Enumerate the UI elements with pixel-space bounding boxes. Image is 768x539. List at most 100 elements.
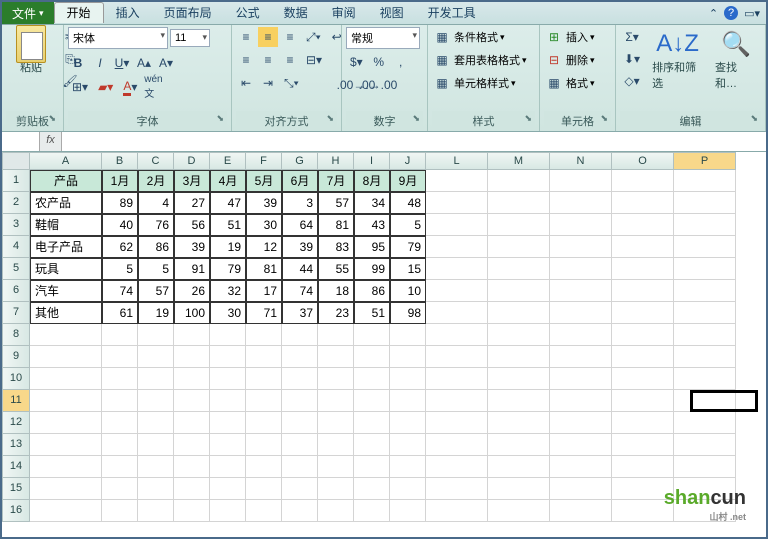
row-header-7[interactable]: 7	[2, 302, 30, 324]
file-tab[interactable]: 文件	[2, 2, 54, 24]
cell-H8[interactable]	[318, 324, 354, 346]
col-header-F[interactable]: F	[246, 152, 282, 170]
cell-O2[interactable]	[612, 192, 674, 214]
col-header-J[interactable]: J	[390, 152, 426, 170]
cell-L7[interactable]	[426, 302, 488, 324]
cell-C13[interactable]	[138, 434, 174, 456]
cell-L11[interactable]	[426, 390, 488, 412]
cell-N12[interactable]	[550, 412, 612, 434]
italic-button[interactable]: I	[90, 53, 110, 73]
cell-A3[interactable]: 鞋帽	[30, 214, 102, 236]
cell-I2[interactable]: 34	[354, 192, 390, 214]
cell-H2[interactable]: 57	[318, 192, 354, 214]
cell-B9[interactable]	[102, 346, 138, 368]
cell-E9[interactable]	[210, 346, 246, 368]
cell-N7[interactable]	[550, 302, 612, 324]
underline-button[interactable]: U▾	[112, 53, 132, 73]
cell-M15[interactable]	[488, 478, 550, 500]
cell-J9[interactable]	[390, 346, 426, 368]
cell-O8[interactable]	[612, 324, 674, 346]
row-header-11[interactable]: 11	[2, 390, 30, 412]
cell-J11[interactable]	[390, 390, 426, 412]
cell-J8[interactable]	[390, 324, 426, 346]
cell-A6[interactable]: 汽车	[30, 280, 102, 302]
cell-P1[interactable]	[674, 170, 736, 192]
delete-cells-icon[interactable]: ⊟	[544, 50, 564, 70]
cell-H10[interactable]	[318, 368, 354, 390]
cell-F8[interactable]	[246, 324, 282, 346]
font-size-combo[interactable]: 11	[170, 29, 210, 47]
col-header-N[interactable]: N	[550, 152, 612, 170]
cell-G16[interactable]	[282, 500, 318, 522]
cell-D16[interactable]	[174, 500, 210, 522]
cell-J1[interactable]: 9月	[390, 170, 426, 192]
cell-M8[interactable]	[488, 324, 550, 346]
grow-font-icon[interactable]: A▴	[134, 53, 154, 73]
cell-B2[interactable]: 89	[102, 192, 138, 214]
row-header-8[interactable]: 8	[2, 324, 30, 346]
cell-C8[interactable]	[138, 324, 174, 346]
cell-C5[interactable]: 5	[138, 258, 174, 280]
border-button[interactable]: ⊞▾	[68, 77, 92, 97]
cell-C6[interactable]: 57	[138, 280, 174, 302]
cell-M9[interactable]	[488, 346, 550, 368]
cell-L4[interactable]	[426, 236, 488, 258]
cell-D3[interactable]: 56	[174, 214, 210, 236]
shrink-font-icon[interactable]: A▾	[156, 53, 176, 73]
cell-C1[interactable]: 2月	[138, 170, 174, 192]
cell-P8[interactable]	[674, 324, 736, 346]
row-header-10[interactable]: 10	[2, 368, 30, 390]
cell-C16[interactable]	[138, 500, 174, 522]
row-header-5[interactable]: 5	[2, 258, 30, 280]
row-header-9[interactable]: 9	[2, 346, 30, 368]
cell-P12[interactable]	[674, 412, 736, 434]
cell-G8[interactable]	[282, 324, 318, 346]
cell-F3[interactable]: 30	[246, 214, 282, 236]
cell-I11[interactable]	[354, 390, 390, 412]
cell-D14[interactable]	[174, 456, 210, 478]
tab-7[interactable]: 开发工具	[416, 3, 488, 23]
align-right-icon[interactable]: ≡	[280, 50, 300, 70]
cell-O5[interactable]	[612, 258, 674, 280]
percent-icon[interactable]: %	[369, 52, 389, 72]
cell-I16[interactable]	[354, 500, 390, 522]
cell-O14[interactable]	[612, 456, 674, 478]
cell-B5[interactable]: 5	[102, 258, 138, 280]
cell-C10[interactable]	[138, 368, 174, 390]
cell-N2[interactable]	[550, 192, 612, 214]
cell-I4[interactable]: 95	[354, 236, 390, 258]
help-icon[interactable]: ?	[724, 6, 738, 20]
bold-button[interactable]: B	[68, 53, 88, 73]
cell-J16[interactable]	[390, 500, 426, 522]
cell-J13[interactable]	[390, 434, 426, 456]
cell-H13[interactable]	[318, 434, 354, 456]
cell-N14[interactable]	[550, 456, 612, 478]
cell-I5[interactable]: 99	[354, 258, 390, 280]
cell-H4[interactable]: 83	[318, 236, 354, 258]
cell-I3[interactable]: 43	[354, 214, 390, 236]
row-header-12[interactable]: 12	[2, 412, 30, 434]
cell-O7[interactable]	[612, 302, 674, 324]
formula-input[interactable]	[62, 132, 766, 151]
cond-format-button[interactable]: 条件格式	[454, 29, 498, 45]
cell-M1[interactable]	[488, 170, 550, 192]
cell-L16[interactable]	[426, 500, 488, 522]
cell-E13[interactable]	[210, 434, 246, 456]
window-options-icon[interactable]: ▭▾	[744, 7, 760, 20]
cell-I12[interactable]	[354, 412, 390, 434]
cell-G3[interactable]: 64	[282, 214, 318, 236]
cell-A8[interactable]	[30, 324, 102, 346]
cell-G13[interactable]	[282, 434, 318, 456]
cell-I9[interactable]	[354, 346, 390, 368]
orientation-icon[interactable]: ⤢▾	[302, 27, 325, 47]
cell-F14[interactable]	[246, 456, 282, 478]
cell-P13[interactable]	[674, 434, 736, 456]
cell-E10[interactable]	[210, 368, 246, 390]
name-box[interactable]	[2, 132, 40, 151]
col-header-C[interactable]: C	[138, 152, 174, 170]
number-format-combo[interactable]: 常规	[346, 27, 420, 49]
cell-N16[interactable]	[550, 500, 612, 522]
cell-B13[interactable]	[102, 434, 138, 456]
cell-H12[interactable]	[318, 412, 354, 434]
tab-6[interactable]: 视图	[368, 3, 416, 23]
